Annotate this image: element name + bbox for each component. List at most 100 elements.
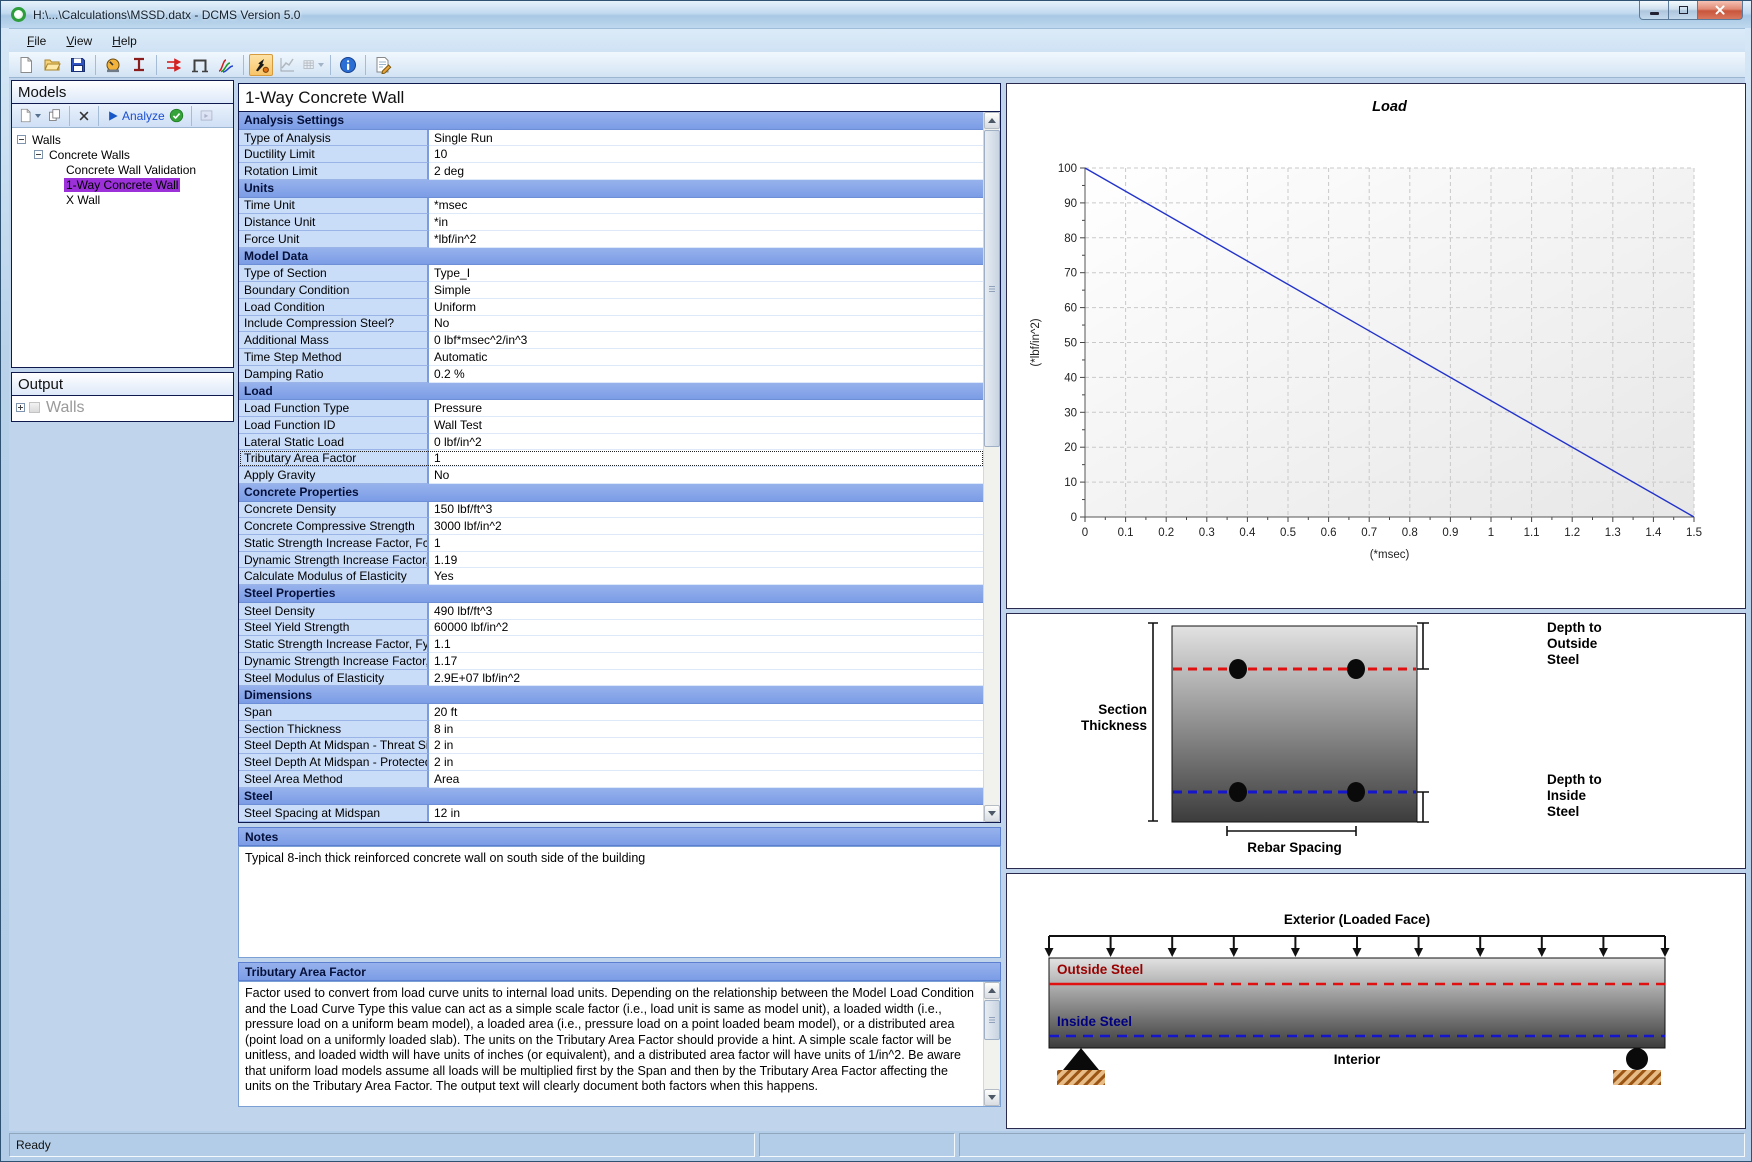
property-value[interactable]: 2 in [429,738,984,755]
maximize-button[interactable] [1669,1,1697,20]
delete-model-button[interactable] [75,106,93,126]
tree-item-concrete-wall-validation[interactable]: Concrete Wall Validation [12,162,233,177]
section-library-button[interactable] [127,54,151,76]
property-row-static-strength-increase-factor-fc[interactable]: Static Strength Increase Factor, Fc1 [239,535,984,552]
property-row-section-thickness[interactable]: Section Thickness8 in [239,721,984,738]
scroll-down-button[interactable] [984,805,1000,822]
property-value[interactable]: Automatic [429,349,984,366]
property-row-lateral-static-load[interactable]: Lateral Static Load0 lbf/in^2 [239,434,984,451]
help-scrollbar-thumb[interactable] [984,1000,1000,1040]
property-row-steel-spacing-at-midspan[interactable]: Steel Spacing at Midspan12 in [239,805,984,822]
tree-item-walls[interactable]: Walls [12,132,233,147]
property-row-steel-depth-at-midspan-protected-side[interactable]: Steel Depth At Midspan - Protected Side2… [239,754,984,771]
minimize-button[interactable] [1639,1,1669,20]
report-editor-button[interactable] [371,54,395,76]
property-row-load-function-type[interactable]: Load Function TypePressure [239,400,984,417]
property-row-tributary-area-factor[interactable]: Tributary Area Factor1 [239,450,984,467]
tree-item-concrete-walls[interactable]: Concrete Walls [12,147,233,162]
property-row-steel-depth-at-midspan-threat-side[interactable]: Steel Depth At Midspan - Threat Side2 in [239,738,984,755]
property-value[interactable]: 0.2 % [429,366,984,383]
property-row-distance-unit[interactable]: Distance Unit*in [239,214,984,231]
scroll-up-button[interactable] [984,112,1000,129]
property-value[interactable]: No [429,316,984,333]
tree-item-x-wall[interactable]: X Wall [12,192,233,207]
property-row-static-strength-increase-factor-fy[interactable]: Static Strength Increase Factor, Fy1.1 [239,636,984,653]
tree-collapse-icon[interactable] [34,150,43,159]
property-row-apply-gravity[interactable]: Apply GravityNo [239,467,984,484]
property-row-steel-modulus-of-elasticity[interactable]: Steel Modulus of Elasticity2.9E+07 lbf/i… [239,670,984,687]
property-row-load-function-id[interactable]: Load Function IDWall Test [239,417,984,434]
property-value[interactable]: 0 lbf*msec^2/in^3 [429,332,984,349]
property-value[interactable]: Pressure [429,400,984,417]
property-row-dynamic-strength-increase-factor-fy[interactable]: Dynamic Strength Increase Factor, Fy1.17 [239,653,984,670]
property-row-span[interactable]: Span20 ft [239,704,984,721]
property-value[interactable]: Simple [429,282,984,299]
copy-model-button[interactable] [45,106,64,126]
property-value[interactable]: 12 in [429,805,984,822]
property-row-calculate-modulus-of-elasticity[interactable]: Calculate Modulus of ElasticityYes [239,568,984,585]
scroll-down-button[interactable] [984,1089,1000,1106]
run-dynamic-analysis-button[interactable] [249,54,273,76]
property-row-type-of-section[interactable]: Type of SectionType_I [239,265,984,282]
property-value[interactable]: Type_I [429,265,984,282]
property-value[interactable]: Area [429,771,984,788]
property-row-force-unit[interactable]: Force Unit*lbf/in^2 [239,231,984,248]
property-value[interactable]: 2 in [429,754,984,771]
property-value[interactable]: 150 lbf/ft^3 [429,502,984,519]
property-row-steel-area-method[interactable]: Steel Area MethodArea [239,771,984,788]
property-value[interactable]: No [429,467,984,484]
output-tree-item-walls[interactable]: Walls [16,400,233,415]
grid-scrollbar[interactable] [983,112,1000,822]
property-value[interactable]: Uniform [429,299,984,316]
property-value[interactable]: *msec [429,198,984,215]
property-row-damping-ratio[interactable]: Damping Ratio0.2 % [239,366,984,383]
help-scrollbar[interactable] [983,982,1000,1106]
property-value[interactable]: 60000 lbf/in^2 [429,620,984,637]
property-value[interactable]: 1.1 [429,636,984,653]
tree-expand-icon[interactable] [16,403,25,412]
property-value[interactable]: 2.9E+07 lbf/in^2 [429,670,984,687]
tree-collapse-icon[interactable] [17,135,26,144]
property-value[interactable]: *in [429,214,984,231]
tree-item-1-way-concrete-wall[interactable]: 1-Way Concrete Wall [12,177,233,192]
menu-help[interactable]: Help [102,31,147,51]
menu-file[interactable]: File [17,31,56,51]
property-value[interactable]: 1.19 [429,552,984,569]
close-button[interactable] [1697,1,1743,20]
property-value[interactable]: 8 in [429,721,984,738]
grid-scrollbar-thumb[interactable] [984,130,1000,447]
property-value[interactable]: 2 deg [429,163,984,180]
property-value[interactable]: 490 lbf/ft^3 [429,603,984,620]
beam-model-button[interactable] [188,54,212,76]
property-value[interactable]: 3000 lbf/in^2 [429,518,984,535]
property-row-load-condition[interactable]: Load ConditionUniform [239,299,984,316]
new-file-button[interactable] [14,54,38,76]
property-row-time-unit[interactable]: Time Unit*msec [239,198,984,215]
property-value[interactable]: 1 [429,450,984,467]
titlebar[interactable]: H:\...\Calculations\MSSD.datx - DCMS Ver… [1,1,1751,28]
property-value[interactable]: 1.17 [429,653,984,670]
property-value[interactable]: 20 ft [429,704,984,721]
property-row-concrete-density[interactable]: Concrete Density150 lbf/ft^3 [239,502,984,519]
material-library-button[interactable] [101,54,125,76]
property-value[interactable]: Yes [429,568,984,585]
scroll-up-button[interactable] [984,982,1000,999]
property-row-boundary-condition[interactable]: Boundary ConditionSimple [239,282,984,299]
property-row-additional-mass[interactable]: Additional Mass0 lbf*msec^2/in^3 [239,332,984,349]
about-info-button[interactable] [336,54,360,76]
property-value[interactable]: Wall Test [429,417,984,434]
open-file-button[interactable] [40,54,64,76]
property-row-steel-yield-strength[interactable]: Steel Yield Strength60000 lbf/in^2 [239,620,984,637]
property-value[interactable]: 10 [429,146,984,163]
property-value[interactable]: *lbf/in^2 [429,231,984,248]
property-row-concrete-compressive-strength[interactable]: Concrete Compressive Strength3000 lbf/in… [239,518,984,535]
response-curves-button[interactable] [214,54,238,76]
menu-view[interactable]: View [56,31,102,51]
property-value[interactable]: Single Run [429,130,984,147]
property-row-time-step-method[interactable]: Time Step MethodAutomatic [239,349,984,366]
analyze-button[interactable]: Analyze [104,106,186,126]
property-value[interactable]: 1 [429,535,984,552]
load-functions-button[interactable] [162,54,186,76]
property-value[interactable]: 0 lbf/in^2 [429,434,984,451]
property-row-ductility-limit[interactable]: Ductility Limit10 [239,146,984,163]
